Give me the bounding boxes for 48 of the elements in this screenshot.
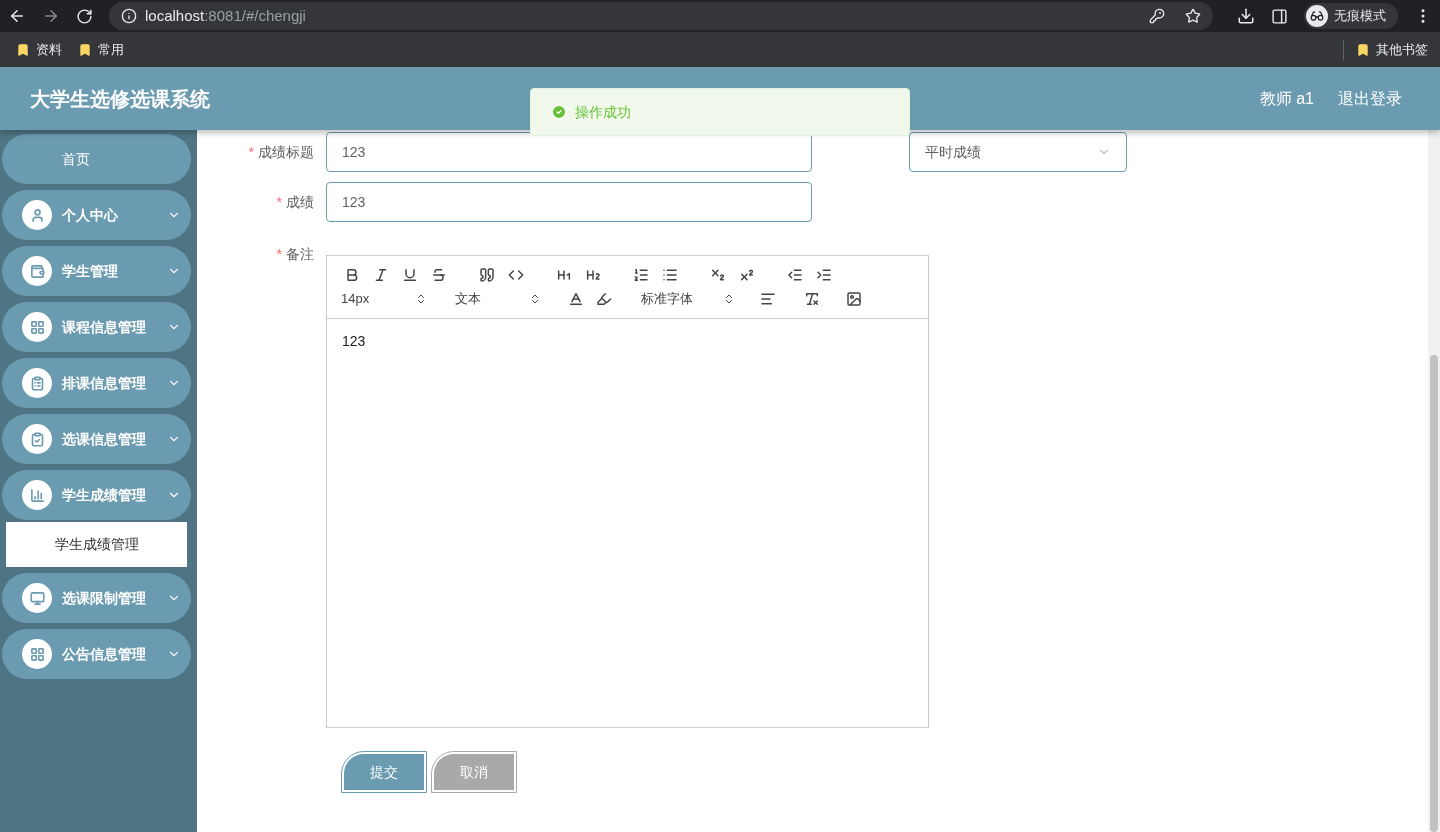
- back-icon[interactable]: [8, 7, 26, 25]
- field-label: 备注: [286, 245, 314, 264]
- grid-icon: [22, 312, 52, 342]
- key-icon[interactable]: [1149, 8, 1165, 24]
- folder-icon: [1356, 42, 1370, 57]
- incognito-badge[interactable]: 无痕模式: [1304, 3, 1398, 29]
- up-down-icon: [723, 293, 735, 305]
- bookmark-link[interactable]: 其他书签: [1352, 39, 1432, 60]
- clipboard-check-icon: [22, 424, 52, 454]
- monitor-icon: [22, 583, 52, 613]
- url-text: localhost:8081/#/chengji: [145, 5, 306, 26]
- grid-icon: [22, 639, 52, 669]
- type-select[interactable]: 平时成绩: [909, 132, 1127, 172]
- star-icon[interactable]: [1185, 8, 1201, 24]
- title-input[interactable]: 123: [326, 132, 812, 172]
- info-icon[interactable]: [121, 8, 137, 24]
- editor-text: 123: [342, 332, 367, 351]
- font-family-select[interactable]: 标准字体: [641, 288, 735, 310]
- up-down-icon: [415, 293, 427, 305]
- bar-chart-icon: [22, 480, 52, 510]
- incognito-icon: [1306, 5, 1328, 27]
- clipboard-icon: [22, 368, 52, 398]
- required-mark: *: [276, 245, 282, 264]
- user-icon: [22, 200, 52, 230]
- bookmark-link[interactable]: 资料: [8, 39, 70, 60]
- block-type-select[interactable]: 文本: [455, 288, 541, 310]
- wallet-icon: [22, 256, 52, 286]
- score-input[interactable]: 123: [326, 182, 812, 222]
- folder-icon: [78, 42, 92, 57]
- field-label: 成绩: [286, 193, 314, 212]
- user-name: 教师 a1: [1259, 88, 1314, 109]
- app-title: 大学生选修选课系统: [30, 86, 210, 112]
- folder-icon: [16, 42, 30, 57]
- field-label: 成绩标题: [258, 143, 314, 162]
- side-panel-icon[interactable]: [1271, 7, 1288, 25]
- font-size-select[interactable]: 14px: [341, 288, 427, 310]
- reload-icon[interactable]: [76, 7, 93, 25]
- required-mark: *: [276, 193, 282, 212]
- forward-icon[interactable]: [42, 7, 60, 25]
- submenu-item[interactable]: 学生成绩管理: [6, 522, 187, 567]
- success-icon: [551, 104, 567, 120]
- required-mark: *: [248, 143, 254, 162]
- toast-message: 操作成功: [575, 103, 631, 122]
- bookmark-link[interactable]: 常用: [70, 39, 132, 60]
- url-field[interactable]: localhost:8081/#/chengji: [109, 2, 1213, 30]
- download-icon[interactable]: [1237, 7, 1255, 25]
- scrollbar[interactable]: [1428, 130, 1440, 832]
- up-down-icon: [529, 293, 541, 305]
